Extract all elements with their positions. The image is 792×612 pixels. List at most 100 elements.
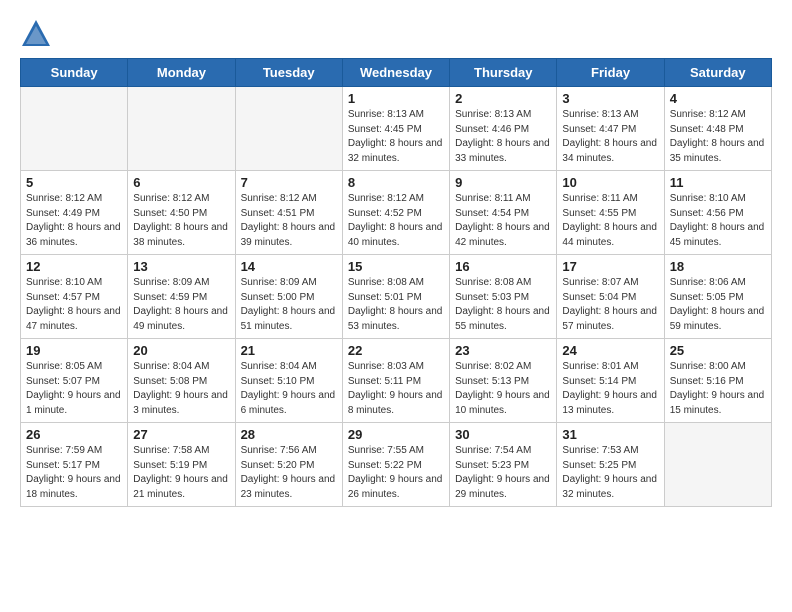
day-number: 28 [241, 427, 337, 442]
day-number: 10 [562, 175, 658, 190]
calendar-cell: 4 Sunrise: 8:12 AMSunset: 4:48 PMDaylight… [664, 87, 771, 171]
day-number: 4 [670, 91, 766, 106]
calendar-cell [21, 87, 128, 171]
day-info: Sunrise: 7:54 AMSunset: 5:23 PMDaylight:… [455, 444, 551, 502]
day-info: Sunrise: 8:08 AMSunset: 5:01 PMDaylight:… [348, 276, 444, 334]
calendar-cell: 13 Sunrise: 8:09 AMSunset: 4:59 PMDayligh… [128, 255, 235, 339]
day-info: Sunrise: 7:56 AMSunset: 5:20 PMDaylight:… [241, 444, 337, 502]
calendar-cell: 12 Sunrise: 8:10 AMSunset: 4:57 PMDayligh… [21, 255, 128, 339]
day-info: Sunrise: 8:10 AMSunset: 4:56 PMDaylight:… [670, 192, 766, 250]
day-number: 13 [133, 259, 229, 274]
day-number: 6 [133, 175, 229, 190]
calendar-cell: 2 Sunrise: 8:13 AMSunset: 4:46 PMDaylight… [450, 87, 557, 171]
day-info: Sunrise: 8:11 AMSunset: 4:55 PMDaylight:… [562, 192, 658, 250]
day-of-week-header: Monday [128, 59, 235, 87]
calendar-cell: 24Sunrise: 8:01 AMSunset: 5:14 PMDayligh… [557, 339, 664, 423]
day-info: Sunrise: 8:09 AMSunset: 4:59 PMDaylight:… [133, 276, 229, 334]
day-info: Sunrise: 8:04 AMSunset: 5:10 PMDaylight:… [241, 360, 337, 418]
calendar-week-row: 19 Sunrise: 8:05 AMSunset: 5:07 PMDayligh… [21, 339, 772, 423]
calendar-cell: 19 Sunrise: 8:05 AMSunset: 5:07 PMDayligh… [21, 339, 128, 423]
day-info: Sunrise: 8:12 AMSunset: 4:52 PMDaylight:… [348, 192, 444, 250]
calendar-cell: 8 Sunrise: 8:12 AMSunset: 4:52 PMDaylight… [342, 171, 449, 255]
logo [20, 18, 56, 50]
calendar-cell: 1Sunrise: 8:13 AMSunset: 4:45 PMDaylight… [342, 87, 449, 171]
day-info: Sunrise: 7:53 AMSunset: 5:25 PMDaylight:… [562, 444, 658, 502]
calendar-cell: 7 Sunrise: 8:12 AMSunset: 4:51 PMDaylight… [235, 171, 342, 255]
calendar-cell: 11 Sunrise: 8:10 AMSunset: 4:56 PMDayligh… [664, 171, 771, 255]
calendar-cell [235, 87, 342, 171]
calendar-cell: 3Sunrise: 8:13 AMSunset: 4:47 PMDaylight… [557, 87, 664, 171]
day-info: Sunrise: 8:13 AMSunset: 4:46 PMDaylight:… [455, 108, 551, 166]
day-info: Sunrise: 8:12 AMSunset: 4:51 PMDaylight:… [241, 192, 337, 250]
day-number: 23 [455, 343, 551, 358]
day-number: 12 [26, 259, 122, 274]
day-info: Sunrise: 8:12 AMSunset: 4:50 PMDaylight:… [133, 192, 229, 250]
day-number: 29 [348, 427, 444, 442]
calendar-body: 1Sunrise: 8:13 AMSunset: 4:45 PMDaylight… [21, 87, 772, 507]
calendar-cell: 18 Sunrise: 8:06 AMSunset: 5:05 PMDayligh… [664, 255, 771, 339]
day-info: Sunrise: 8:13 AMSunset: 4:45 PMDaylight:… [348, 108, 444, 166]
day-number: 8 [348, 175, 444, 190]
calendar-cell: 10 Sunrise: 8:11 AMSunset: 4:55 PMDayligh… [557, 171, 664, 255]
logo-icon [20, 18, 52, 50]
day-info: Sunrise: 8:07 AMSunset: 5:04 PMDaylight:… [562, 276, 658, 334]
day-info: Sunrise: 8:10 AMSunset: 4:57 PMDaylight:… [26, 276, 122, 334]
day-info: Sunrise: 8:09 AMSunset: 5:00 PMDaylight:… [241, 276, 337, 334]
header [20, 18, 772, 50]
day-number: 9 [455, 175, 551, 190]
calendar-cell: 22 Sunrise: 8:03 AMSunset: 5:11 PMDayligh… [342, 339, 449, 423]
day-info: Sunrise: 8:01 AMSunset: 5:14 PMDaylight:… [562, 360, 658, 418]
calendar-cell: 27 Sunrise: 7:58 AMSunset: 5:19 PMDayligh… [128, 423, 235, 507]
day-number: 2 [455, 91, 551, 106]
day-info: Sunrise: 8:04 AMSunset: 5:08 PMDaylight:… [133, 360, 229, 418]
day-number: 3 [562, 91, 658, 106]
day-info: Sunrise: 8:03 AMSunset: 5:11 PMDaylight:… [348, 360, 444, 418]
day-of-week-header: Thursday [450, 59, 557, 87]
calendar-cell: 6 Sunrise: 8:12 AMSunset: 4:50 PMDaylight… [128, 171, 235, 255]
day-number: 17 [562, 259, 658, 274]
day-info: Sunrise: 8:12 AMSunset: 4:49 PMDaylight:… [26, 192, 122, 250]
day-number: 27 [133, 427, 229, 442]
day-number: 25 [670, 343, 766, 358]
day-number: 31 [562, 427, 658, 442]
calendar-cell: 26 Sunrise: 7:59 AMSunset: 5:17 PMDayligh… [21, 423, 128, 507]
day-number: 18 [670, 259, 766, 274]
day-info: Sunrise: 8:05 AMSunset: 5:07 PMDaylight:… [26, 360, 122, 418]
calendar-cell: 30 Sunrise: 7:54 AMSunset: 5:23 PMDayligh… [450, 423, 557, 507]
day-info: Sunrise: 7:58 AMSunset: 5:19 PMDaylight:… [133, 444, 229, 502]
calendar-week-row: 12 Sunrise: 8:10 AMSunset: 4:57 PMDayligh… [21, 255, 772, 339]
calendar-cell: 17 Sunrise: 8:07 AMSunset: 5:04 PMDayligh… [557, 255, 664, 339]
day-info: Sunrise: 7:59 AMSunset: 5:17 PMDaylight:… [26, 444, 122, 502]
day-info: Sunrise: 7:55 AMSunset: 5:22 PMDaylight:… [348, 444, 444, 502]
day-number: 15 [348, 259, 444, 274]
calendar-cell: 5 Sunrise: 8:12 AMSunset: 4:49 PMDaylight… [21, 171, 128, 255]
calendar-cell: 23Sunrise: 8:02 AMSunset: 5:13 PMDayligh… [450, 339, 557, 423]
calendar-cell [664, 423, 771, 507]
calendar-cell: 20 Sunrise: 8:04 AMSunset: 5:08 PMDayligh… [128, 339, 235, 423]
day-number: 22 [348, 343, 444, 358]
page: SundayMondayTuesdayWednesdayThursdayFrid… [0, 0, 792, 521]
day-number: 5 [26, 175, 122, 190]
calendar-cell: 29 Sunrise: 7:55 AMSunset: 5:22 PMDayligh… [342, 423, 449, 507]
day-info: Sunrise: 8:00 AMSunset: 5:16 PMDaylight:… [670, 360, 766, 418]
day-info: Sunrise: 8:06 AMSunset: 5:05 PMDaylight:… [670, 276, 766, 334]
day-number: 7 [241, 175, 337, 190]
calendar-cell: 16Sunrise: 8:08 AMSunset: 5:03 PMDayligh… [450, 255, 557, 339]
day-number: 21 [241, 343, 337, 358]
calendar-cell: 28 Sunrise: 7:56 AMSunset: 5:20 PMDayligh… [235, 423, 342, 507]
day-info: Sunrise: 8:12 AMSunset: 4:48 PMDaylight:… [670, 108, 766, 166]
day-info: Sunrise: 8:08 AMSunset: 5:03 PMDaylight:… [455, 276, 551, 334]
day-of-week-header: Tuesday [235, 59, 342, 87]
day-number: 30 [455, 427, 551, 442]
day-number: 20 [133, 343, 229, 358]
calendar-cell: 25 Sunrise: 8:00 AMSunset: 5:16 PMDayligh… [664, 339, 771, 423]
day-of-week-header: Friday [557, 59, 664, 87]
calendar-week-row: 26 Sunrise: 7:59 AMSunset: 5:17 PMDayligh… [21, 423, 772, 507]
day-number: 11 [670, 175, 766, 190]
calendar-cell: 14Sunrise: 8:09 AMSunset: 5:00 PMDayligh… [235, 255, 342, 339]
day-of-week-header: Saturday [664, 59, 771, 87]
calendar-cell: 31 Sunrise: 7:53 AMSunset: 5:25 PMDayligh… [557, 423, 664, 507]
calendar-week-row: 1Sunrise: 8:13 AMSunset: 4:45 PMDaylight… [21, 87, 772, 171]
day-number: 19 [26, 343, 122, 358]
day-number: 26 [26, 427, 122, 442]
